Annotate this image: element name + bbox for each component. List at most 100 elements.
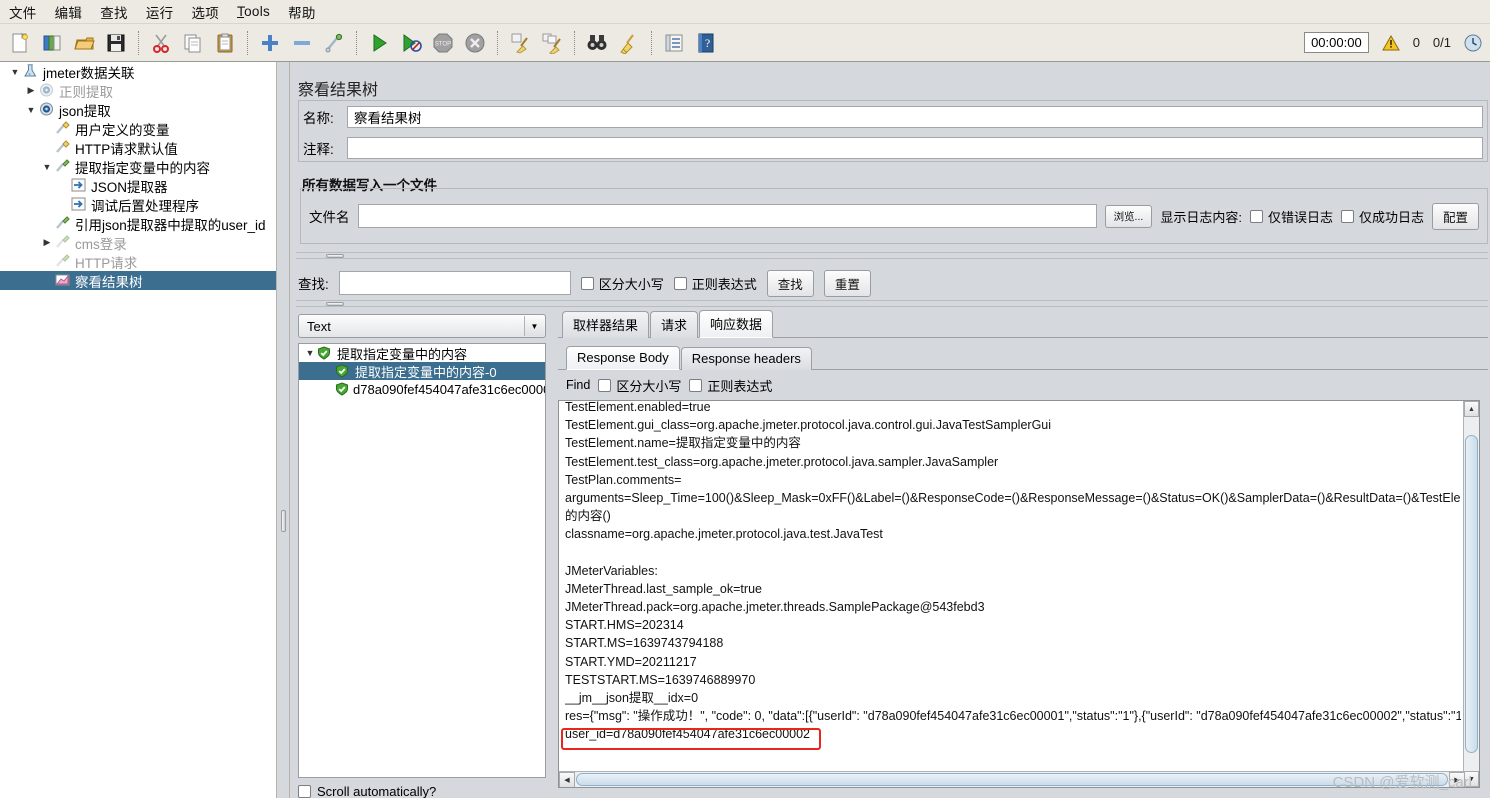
comment-input[interactable] — [347, 136, 1483, 159]
chevron-down-icon[interactable]: ▼ — [524, 316, 544, 336]
menu-file[interactable]: 文件 — [0, 0, 46, 24]
response-subtabs[interactable]: Response Body Response headers — [558, 346, 1488, 370]
body-find-regex-box[interactable] — [689, 378, 703, 392]
response-body-viewer[interactable]: TestElement.enabled=true TestElement.gui_… — [558, 400, 1480, 788]
warning-triangle-icon[interactable] — [1381, 34, 1400, 51]
menu-edit[interactable]: 编辑 — [46, 0, 92, 24]
body-find-case-box[interactable] — [598, 378, 612, 392]
cut-scissors-icon[interactable] — [146, 28, 176, 58]
search-binoculars-icon[interactable] — [582, 28, 612, 58]
search-case-box[interactable] — [580, 276, 594, 290]
sample-result-tree[interactable]: ▼ 提取指定变量中的内容 提取指定变量中的内容-0 d78a090fef454047a… — [298, 343, 546, 778]
reset-search-broom-icon[interactable] — [614, 28, 644, 58]
menu-search[interactable]: 查找 — [91, 0, 137, 24]
divider-lower-grip[interactable] — [326, 302, 344, 306]
menu-help[interactable]: 帮助 — [279, 0, 325, 24]
search-case-checkbox[interactable]: 区分大小写 — [580, 274, 664, 293]
tree-item-3[interactable]: 用户定义的变量 — [0, 119, 276, 138]
response-subtab-0[interactable]: Response Body — [566, 346, 680, 370]
response-body-line-6: 的内容() — [565, 509, 611, 524]
success-only-box[interactable] — [1340, 209, 1354, 223]
tree-item-2[interactable]: ▼ json提取 — [0, 100, 276, 119]
expand-plus-icon[interactable] — [255, 28, 285, 58]
name-comment-box: 名称: 察看结果树 注释: — [298, 100, 1488, 162]
name-input[interactable]: 察看结果树 — [347, 105, 1483, 128]
tree-item-label: 用户定义的变量 — [75, 122, 170, 138]
errors-only-box[interactable] — [1249, 209, 1263, 223]
shutdown-icon[interactable] — [460, 28, 490, 58]
sampler-icon — [54, 158, 72, 175]
divider-lower[interactable] — [296, 300, 1488, 307]
menu-options[interactable]: 选项 — [182, 0, 228, 24]
filename-input[interactable] — [357, 204, 1097, 228]
copy-icon[interactable] — [178, 28, 208, 58]
tree-collapse-icon[interactable]: ▼ — [40, 162, 54, 172]
detail-tab-2[interactable]: 响应数据 — [699, 310, 774, 338]
scroll-automatically-checkbox[interactable]: Scroll automatically? — [298, 784, 548, 798]
body-vertical-scrollbar[interactable]: ▲ ▼ — [1463, 401, 1479, 787]
detail-tabs[interactable]: 取样器结果 请求 响应数据 — [558, 310, 1488, 338]
scroll-up-button[interactable]: ▲ — [1464, 401, 1479, 417]
sample-result-row-1[interactable]: 提取指定变量中的内容-0 — [299, 362, 545, 380]
tree-expand-icon[interactable]: ▶ — [40, 237, 54, 248]
tree-collapse-icon[interactable]: ▼ — [303, 348, 317, 358]
divider-upper-grip[interactable] — [326, 254, 344, 258]
toggle-enable-icon[interactable] — [319, 28, 349, 58]
response-subtab-1[interactable]: Response headers — [680, 347, 812, 370]
menu-tools[interactable]: Tools — [228, 2, 279, 21]
search-regex-box[interactable] — [673, 276, 687, 290]
sample-result-row-2[interactable]: d78a090fef454047afe31c6ec00002 — [299, 380, 545, 398]
reset-button[interactable]: 重置 — [823, 269, 871, 297]
body-find-regex-checkbox[interactable]: 正则表达式 — [689, 376, 772, 395]
collapse-minus-icon[interactable] — [287, 28, 317, 58]
tree-expand-icon[interactable]: ▶ — [24, 85, 38, 96]
tree-item-8[interactable]: 引用json提取器中提取的user_id — [0, 214, 276, 233]
tree-item-4[interactable]: HTTP请求默认值 — [0, 138, 276, 157]
paste-icon[interactable] — [210, 28, 240, 58]
detail-tab-1[interactable]: 请求 — [650, 311, 699, 338]
clear-broom-icon[interactable] — [505, 28, 535, 58]
scroll-automatically-box[interactable] — [298, 785, 311, 798]
templates-icon[interactable] — [37, 28, 67, 58]
scroll-left-button[interactable]: ◀ — [559, 771, 575, 787]
success-only-checkbox[interactable]: 仅成功日志 — [1340, 207, 1424, 226]
clear-all-broom-icon[interactable] — [537, 28, 567, 58]
configure-button[interactable]: 配置 — [1431, 202, 1479, 230]
start-play-icon[interactable] — [364, 28, 394, 58]
open-folder-icon[interactable] — [69, 28, 99, 58]
body-horizontal-scrollbar[interactable]: ◀ ▶ — [559, 771, 1465, 787]
tree-item-1[interactable]: ▶ 正则提取 — [0, 81, 276, 100]
search-input[interactable] — [338, 271, 571, 295]
menu-run[interactable]: 运行 — [137, 0, 183, 24]
stop-icon[interactable]: STOP — [428, 28, 458, 58]
splitter-grip[interactable] — [281, 510, 286, 532]
tree-collapse-icon[interactable]: ▼ — [24, 105, 38, 115]
renderer-select[interactable]: Text ▼ — [298, 314, 546, 338]
errors-only-checkbox[interactable]: 仅错误日志 — [1249, 207, 1333, 226]
function-helper-icon[interactable] — [659, 28, 689, 58]
test-plan-tree[interactable]: ▼ jmeter数据关联 ▶ 正则提取 ▼ json提取 用户定义的变量 HTTP请求默认值 ▼… — [0, 62, 277, 798]
detail-tab-0[interactable]: 取样器结果 — [562, 311, 650, 338]
tree-item-7[interactable]: 调试后置处理程序 — [0, 195, 276, 214]
search-regex-checkbox[interactable]: 正则表达式 — [673, 274, 757, 293]
help-icon[interactable]: ? — [691, 28, 721, 58]
tree-item-0[interactable]: ▼ jmeter数据关联 — [0, 62, 276, 81]
body-find-case-checkbox[interactable]: 区分大小写 — [598, 376, 681, 395]
body-hscroll-thumb[interactable] — [576, 773, 1448, 786]
main-splitter[interactable] — [277, 62, 290, 798]
browse-button[interactable]: 浏览... — [1104, 204, 1153, 228]
start-no-timers-icon[interactable] — [396, 28, 426, 58]
body-vscroll-thumb[interactable] — [1465, 435, 1478, 753]
tree-collapse-icon[interactable]: ▼ — [8, 67, 22, 77]
tree-item-5[interactable]: ▼ 提取指定变量中的内容 — [0, 157, 276, 176]
divider-upper[interactable] — [296, 252, 1488, 259]
tree-item-10[interactable]: HTTP请求 — [0, 252, 276, 271]
save-icon[interactable] — [101, 28, 131, 58]
find-button[interactable]: 查找 — [766, 269, 814, 297]
sample-result-row-0[interactable]: ▼ 提取指定变量中的内容 — [299, 344, 545, 362]
tree-item-11[interactable]: 察看结果树 — [0, 271, 276, 290]
thread-group-icon — [38, 101, 56, 118]
new-file-icon[interactable] — [5, 28, 35, 58]
tree-item-6[interactable]: JSON提取器 — [0, 176, 276, 195]
tree-item-9[interactable]: ▶ cms登录 — [0, 233, 276, 252]
